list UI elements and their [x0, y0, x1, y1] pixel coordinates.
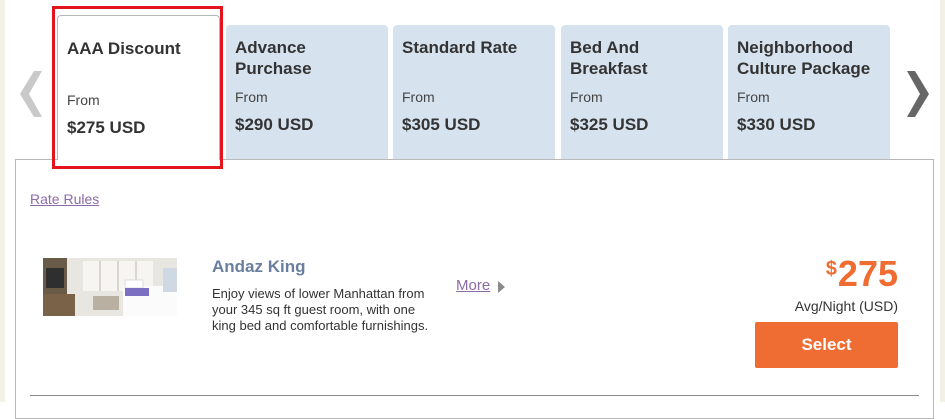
rate-tab-price: $275 USD [67, 118, 146, 137]
rate-tab-name: Bed And Breakfast [570, 38, 648, 78]
rate-tab-advance-purchase[interactable]: Advance Purchase From $290 USD [226, 25, 388, 159]
rate-tab-from: From [402, 89, 435, 105]
rate-tab-price: $305 USD [402, 115, 481, 134]
rate-tab-from: From [67, 92, 100, 108]
room-description: Enjoy views of lower Manhattan from your… [212, 286, 429, 333]
rate-tab-name: Standard Rate [402, 38, 518, 57]
rate-tab-bed-and-breakfast[interactable]: Bed And Breakfast From $325 USD [561, 25, 723, 159]
price-amount: 275 [837, 253, 898, 294]
price-currency: $ [825, 258, 837, 280]
rate-tab-price: $330 USD [737, 115, 816, 134]
price-unit: Avg/Night (USD) [794, 298, 898, 314]
rate-tab-name: AAA Discount [67, 39, 181, 58]
caret-right-icon[interactable] [498, 280, 505, 298]
rate-rules-link[interactable]: Rate Rules [30, 191, 99, 207]
room-photo-image [43, 258, 177, 316]
room-photo[interactable] [43, 258, 177, 316]
room-divider [30, 395, 919, 396]
rate-tab-name: Advance Purchase [235, 38, 312, 78]
right-page-edge [940, 0, 945, 402]
room-price: $ 275 [826, 254, 898, 294]
room-title[interactable]: Andaz King [212, 257, 306, 277]
rate-tab-from: From [570, 89, 603, 105]
rate-tab-from: From [235, 89, 268, 105]
chevron-right-icon [907, 71, 929, 117]
rate-tab-neighborhood-culture-package[interactable]: Neighborhood Culture Package From $330 U… [728, 25, 890, 159]
chevron-left-icon [20, 71, 42, 117]
select-button[interactable]: Select [755, 322, 898, 368]
more-link[interactable]: More [456, 277, 490, 294]
rate-tab-price: $290 USD [235, 115, 314, 134]
rate-tab-price: $325 USD [570, 115, 649, 134]
rate-tab-name: Neighborhood Culture Package [737, 38, 871, 78]
rate-tab-from: From [737, 89, 770, 105]
rate-tab-standard-rate[interactable]: Standard Rate From $305 USD [393, 25, 555, 159]
rate-tab-aaa-discount[interactable]: AAA Discount From $275 USD [57, 15, 220, 160]
left-page-edge [0, 0, 5, 402]
prev-rates-button[interactable] [16, 64, 46, 124]
next-rates-button[interactable] [903, 64, 933, 124]
